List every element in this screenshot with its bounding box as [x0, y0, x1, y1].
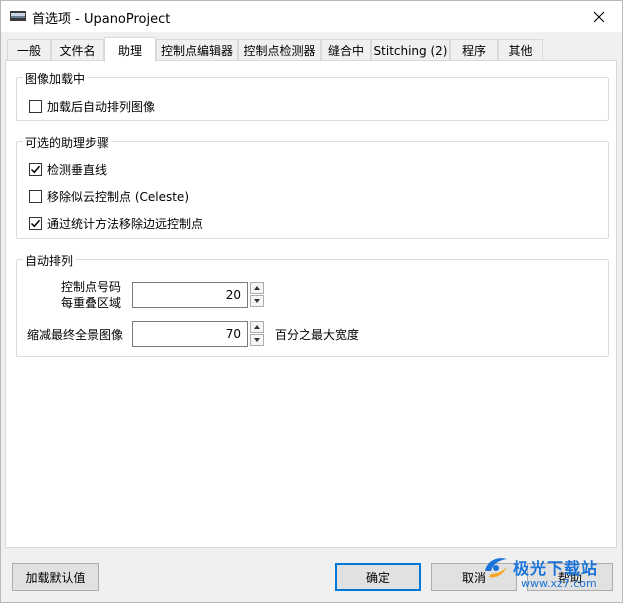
remove-cloud-checkbox[interactable]: [29, 190, 42, 203]
checkmark-icon: [30, 219, 41, 228]
arrow-up-icon: [254, 325, 260, 329]
optional-steps-group: 可选的助理步骤 检测垂直线 移除似云控制点 (Celeste) 通过统计方法移除…: [16, 134, 609, 239]
detect-vertical-label: 检测垂直线: [47, 163, 108, 177]
tab-stitching[interactable]: 缝合中: [321, 39, 371, 61]
tab-cp-detector[interactable]: 控制点检测器: [238, 39, 321, 61]
title-bar: 首选项 - UpanoProject: [1, 1, 622, 32]
detect-vertical-checkbox-row[interactable]: 检测垂直线: [29, 161, 107, 178]
remove-edge-checkbox-row[interactable]: 通过统计方法移除边远控制点: [29, 215, 203, 232]
auto-align-checkbox-row[interactable]: 加载后自动排列图像: [29, 98, 155, 115]
cp-count-input[interactable]: 20: [132, 282, 248, 308]
remove-cloud-checkbox-row[interactable]: 移除似云控制点 (Celeste): [29, 188, 189, 205]
close-button[interactable]: [576, 1, 622, 32]
watermark-text: 极光下载站: [513, 559, 599, 578]
image-loading-title: 图像加载中: [23, 70, 88, 87]
optional-steps-title: 可选的助理步骤: [23, 134, 112, 151]
tab-filename[interactable]: 文件名: [51, 39, 104, 61]
cp-count-label-2: 每重叠区域: [61, 296, 122, 310]
auto-align-title: 自动排列: [23, 252, 76, 269]
cp-count-spinner[interactable]: [250, 282, 264, 308]
tab-general[interactable]: 一般: [7, 39, 51, 61]
cp-count-up-button[interactable]: [250, 282, 264, 294]
scale-down-button[interactable]: [250, 334, 264, 346]
remove-cloud-label: 移除似云控制点 (Celeste): [47, 190, 189, 204]
ok-button[interactable]: 确定: [335, 563, 421, 591]
app-icon: [10, 11, 26, 21]
scale-suffix-label: 百分之最大宽度: [275, 328, 360, 342]
scale-spinner[interactable]: [250, 321, 264, 347]
tab-programs[interactable]: 程序: [450, 39, 498, 61]
arrow-up-icon: [254, 286, 260, 290]
checkmark-icon: [30, 165, 41, 174]
remove-edge-checkbox[interactable]: [29, 217, 42, 230]
tab-bar: 一般 文件名 助理 控制点编辑器 控制点检测器 缝合中 Stitching (2…: [5, 37, 615, 62]
close-icon: [593, 11, 605, 22]
cp-count-down-button[interactable]: [250, 295, 264, 307]
detect-vertical-checkbox[interactable]: [29, 163, 42, 176]
cp-count-label-1: 控制点号码: [61, 280, 122, 294]
watermark: 极光下载站 www.xz7.com: [481, 549, 623, 603]
load-defaults-button[interactable]: 加载默认值: [12, 563, 99, 591]
scale-label: 缩减最终全景图像: [27, 328, 124, 342]
assistant-panel: 图像加载中 加载后自动排列图像 可选的助理步骤 检测垂直线 移除似云控制点 (C…: [5, 60, 617, 548]
tab-misc[interactable]: 其他: [498, 39, 543, 61]
scale-input[interactable]: 70: [132, 321, 248, 347]
remove-edge-label: 通过统计方法移除边远控制点: [47, 217, 204, 231]
image-loading-group: 图像加载中 加载后自动排列图像: [16, 70, 609, 121]
preferences-window: 首选项 - UpanoProject 一般 文件名 助理 控制点编辑器 控制点检…: [0, 0, 623, 603]
arrow-down-icon: [254, 338, 260, 342]
window-title: 首选项 - UpanoProject: [32, 12, 171, 27]
tab-stitching-2[interactable]: Stitching (2): [371, 39, 450, 61]
watermark-url: www.xz7.com: [521, 577, 597, 590]
watermark-logo-icon: [485, 558, 507, 578]
tab-assistant[interactable]: 助理: [104, 37, 156, 62]
scale-up-button[interactable]: [250, 321, 264, 333]
auto-align-label: 加载后自动排列图像: [47, 100, 156, 114]
auto-align-group: 自动排列 控制点号码 每重叠区域 20 缩减最终全景图像 70 百分之最大宽度: [16, 252, 609, 357]
auto-align-checkbox[interactable]: [29, 100, 42, 113]
tab-cp-editor[interactable]: 控制点编辑器: [156, 39, 238, 61]
arrow-down-icon: [254, 299, 260, 303]
